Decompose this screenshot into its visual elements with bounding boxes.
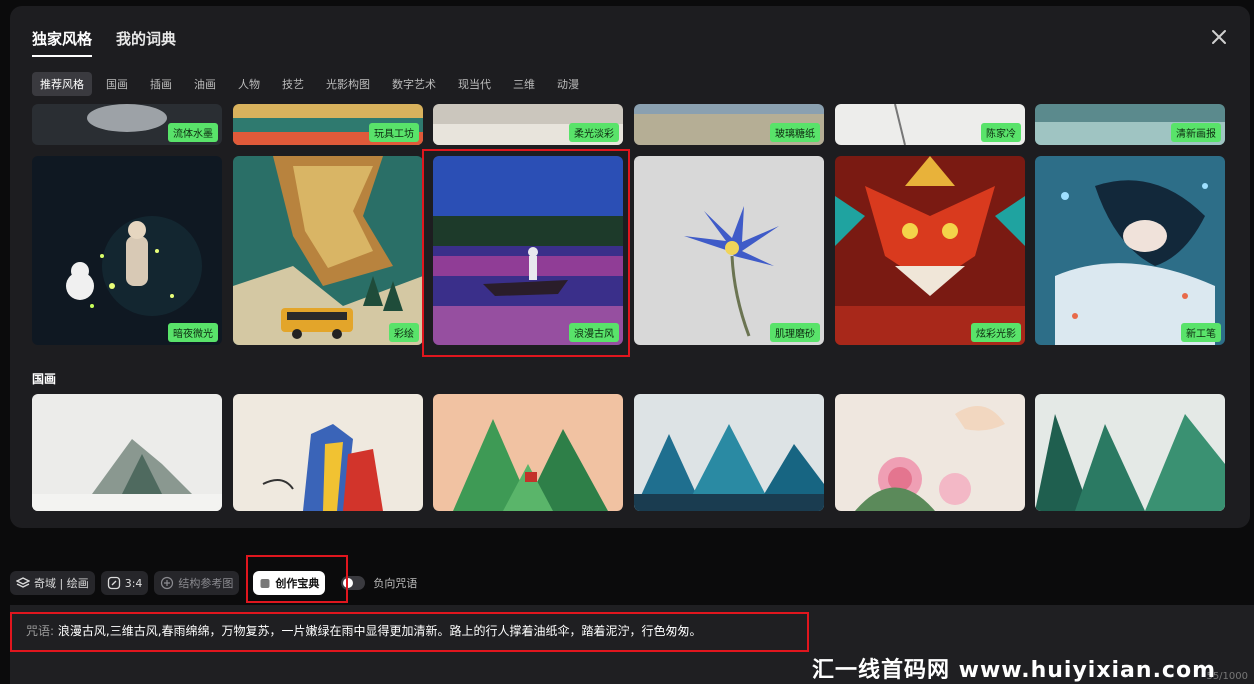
negative-prompt-label: 负向咒语 xyxy=(373,577,418,590)
book-icon xyxy=(260,579,270,588)
aspect-ratio-label: 3:4 xyxy=(124,576,143,590)
style-tag: 玩具工坊 xyxy=(369,123,419,142)
watermark: 汇一线首码网 www.huiyixian.com xyxy=(812,658,1217,683)
creation-book-button[interactable]: 创作宝典 xyxy=(253,571,326,595)
style-card-fresh-poster[interactable]: 清新画报 xyxy=(1035,104,1225,145)
negative-prompt-toggle[interactable] xyxy=(341,576,366,590)
style-card-glass-candy[interactable]: 玻璃糖纸 xyxy=(634,104,824,145)
guohua-card-colorful-rock[interactable] xyxy=(233,394,423,511)
prompt-content: 浪漫古风,三维古风,春雨绵绵，万物复苏，一片嫩绿在雨中显得更加清新。路上的行人撑… xyxy=(57,624,702,638)
guohua-card-peony[interactable] xyxy=(835,394,1025,511)
style-card-dazzling-light[interactable]: 炫彩光影 xyxy=(835,156,1025,345)
style-card-toy-workshop[interactable]: 玩具工坊 xyxy=(233,104,423,145)
category-digital-art[interactable]: 数字艺术 xyxy=(384,72,444,96)
category-technique[interactable]: 技艺 xyxy=(274,72,312,96)
structure-reference-button[interactable]: 结构参考图 xyxy=(154,571,240,595)
category-anime[interactable]: 动漫 xyxy=(549,72,587,96)
category-oil-painting[interactable]: 油画 xyxy=(186,72,224,96)
style-tag: 陈家冷 xyxy=(981,123,1021,142)
top-tabs: 独家风格 我的词典 xyxy=(32,28,176,57)
style-card-matte-texture[interactable]: 肌理磨砂 xyxy=(634,156,824,345)
category-illustration[interactable]: 插画 xyxy=(142,72,180,96)
style-card-new-gongbi[interactable]: 新工笔 xyxy=(1035,156,1225,345)
category-contemporary[interactable]: 现当代 xyxy=(450,72,499,96)
aspect-ratio-icon xyxy=(107,576,120,590)
style-card-romantic-ancient[interactable]: 浪漫古风 xyxy=(433,156,623,345)
model-selector[interactable]: 奇域 | 绘画 xyxy=(10,571,95,595)
category-tabs: 推荐风格 国画 插画 油画 人物 技艺 光影构图 数字艺术 现当代 三维 动漫 xyxy=(32,72,587,96)
style-tag: 柔光淡彩 xyxy=(569,123,619,142)
guohua-card-blue-mountains[interactable] xyxy=(634,394,824,511)
category-light-composition[interactable]: 光影构图 xyxy=(318,72,378,96)
guohua-card-misty-mountain[interactable] xyxy=(32,394,222,511)
prompt-text: 咒语: 浪漫古风,三维古风,春雨绵绵，万物复苏，一片嫩绿在雨中显得更加清新。路上… xyxy=(26,622,702,639)
tab-my-dictionary[interactable]: 我的词典 xyxy=(116,28,176,57)
creation-book-label: 创作宝典 xyxy=(275,577,320,590)
close-icon[interactable] xyxy=(1210,28,1228,46)
layers-icon xyxy=(16,577,30,588)
style-picker-modal: 独家风格 我的词典 推荐风格 国画 插画 油画 人物 技艺 光影构图 数字艺术 … xyxy=(10,6,1250,528)
tab-exclusive-style[interactable]: 独家风格 xyxy=(32,28,93,57)
prompt-toolbar: 奇域 | 绘画 3:4 结构参考图 创作宝典 负向咒语 xyxy=(10,570,417,596)
category-3d[interactable]: 三维 xyxy=(505,72,543,96)
style-tag: 清新画报 xyxy=(1171,123,1221,142)
category-recommended[interactable]: 推荐风格 xyxy=(32,72,92,96)
style-card-soft-pastel[interactable]: 柔光淡彩 xyxy=(433,104,623,145)
category-guohua[interactable]: 国画 xyxy=(98,72,136,96)
model-label: 奇域 | 绘画 xyxy=(34,577,89,590)
style-tag: 玻璃糖纸 xyxy=(770,123,820,142)
guohua-card-teal-cliffs[interactable] xyxy=(1035,394,1225,511)
style-card-fluid-ink[interactable]: 流体水墨 xyxy=(32,104,222,145)
style-tag: 彩绘 xyxy=(389,323,419,342)
style-card-dark-glow[interactable]: 暗夜微光 xyxy=(32,156,222,345)
style-card-chen-cold[interactable]: 陈家冷 xyxy=(835,104,1025,145)
plus-circle-icon xyxy=(161,576,174,590)
guohua-card-green-peaks[interactable] xyxy=(433,394,623,511)
structure-reference-label: 结构参考图 xyxy=(178,577,234,590)
style-tag: 肌理磨砂 xyxy=(770,323,820,342)
style-tag: 新工笔 xyxy=(1181,323,1221,342)
aspect-ratio-selector[interactable]: 3:4 xyxy=(100,571,149,595)
style-tag: 流体水墨 xyxy=(168,123,218,142)
style-tag: 浪漫古风 xyxy=(569,323,619,342)
style-tag: 暗夜微光 xyxy=(168,323,218,342)
category-people[interactable]: 人物 xyxy=(230,72,268,96)
prompt-label: 咒语: xyxy=(26,624,55,638)
style-card-color-painted[interactable]: 彩绘 xyxy=(233,156,423,345)
style-tag: 炫彩光影 xyxy=(971,323,1021,342)
section-label-guohua: 国画 xyxy=(32,372,57,386)
